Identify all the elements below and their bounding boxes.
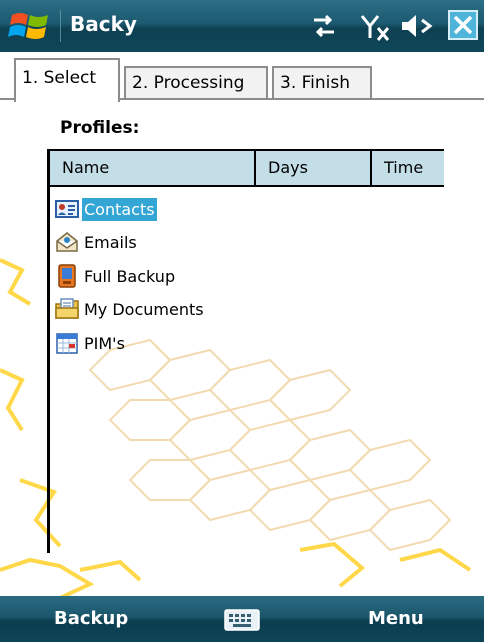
profiles-list[interactable]: Name Days Time Contacts Emails Full Back… bbox=[47, 149, 444, 553]
menu-softkey[interactable]: Menu bbox=[368, 608, 424, 629]
list-item-label: Emails bbox=[84, 232, 137, 252]
close-button[interactable] bbox=[448, 10, 478, 40]
pda-device-icon bbox=[58, 264, 76, 288]
close-icon bbox=[453, 15, 473, 35]
backup-softkey[interactable]: Backup bbox=[54, 608, 128, 629]
title-bar: Backy bbox=[0, 0, 484, 52]
tab-finish[interactable]: 3. Finish bbox=[272, 66, 372, 98]
tab-strip: 1. Select 2. Processing 3. Finish bbox=[0, 52, 484, 102]
list-item-emails[interactable]: Emails bbox=[54, 227, 139, 257]
connectivity-arrows-icon[interactable] bbox=[310, 10, 338, 42]
windows-logo[interactable] bbox=[8, 9, 52, 43]
list-item-contacts[interactable]: Contacts bbox=[54, 194, 157, 224]
list-item-my-documents[interactable]: My Documents bbox=[54, 294, 206, 324]
softkey-bar: Backup Menu bbox=[0, 596, 484, 642]
profiles-label: Profiles: bbox=[60, 118, 140, 138]
calendar-icon bbox=[56, 333, 78, 354]
app-title: Backy bbox=[70, 12, 137, 36]
list-item-label: Full Backup bbox=[84, 266, 176, 286]
contact-card-icon bbox=[55, 200, 79, 218]
list-item-label: My Documents bbox=[84, 299, 204, 319]
header-divider bbox=[50, 185, 444, 187]
tab-select[interactable]: 1. Select bbox=[14, 58, 120, 102]
column-header-days[interactable]: Days bbox=[256, 151, 372, 185]
tab-processing[interactable]: 2. Processing bbox=[124, 66, 268, 98]
keyboard-icon[interactable] bbox=[224, 608, 260, 632]
no-signal-icon[interactable] bbox=[360, 10, 390, 42]
list-item-label: Contacts bbox=[82, 197, 157, 221]
documents-folder-icon bbox=[55, 298, 79, 319]
column-header-time[interactable]: Time bbox=[372, 151, 444, 185]
envelope-icon bbox=[56, 232, 78, 252]
list-item-label: PIM's bbox=[84, 333, 125, 353]
list-item-full-backup[interactable]: Full Backup bbox=[54, 261, 177, 291]
list-item-pims[interactable]: PIM's bbox=[54, 328, 127, 358]
speaker-muted-icon[interactable] bbox=[400, 10, 434, 42]
column-header-name[interactable]: Name bbox=[50, 151, 256, 185]
title-separator bbox=[60, 10, 61, 42]
